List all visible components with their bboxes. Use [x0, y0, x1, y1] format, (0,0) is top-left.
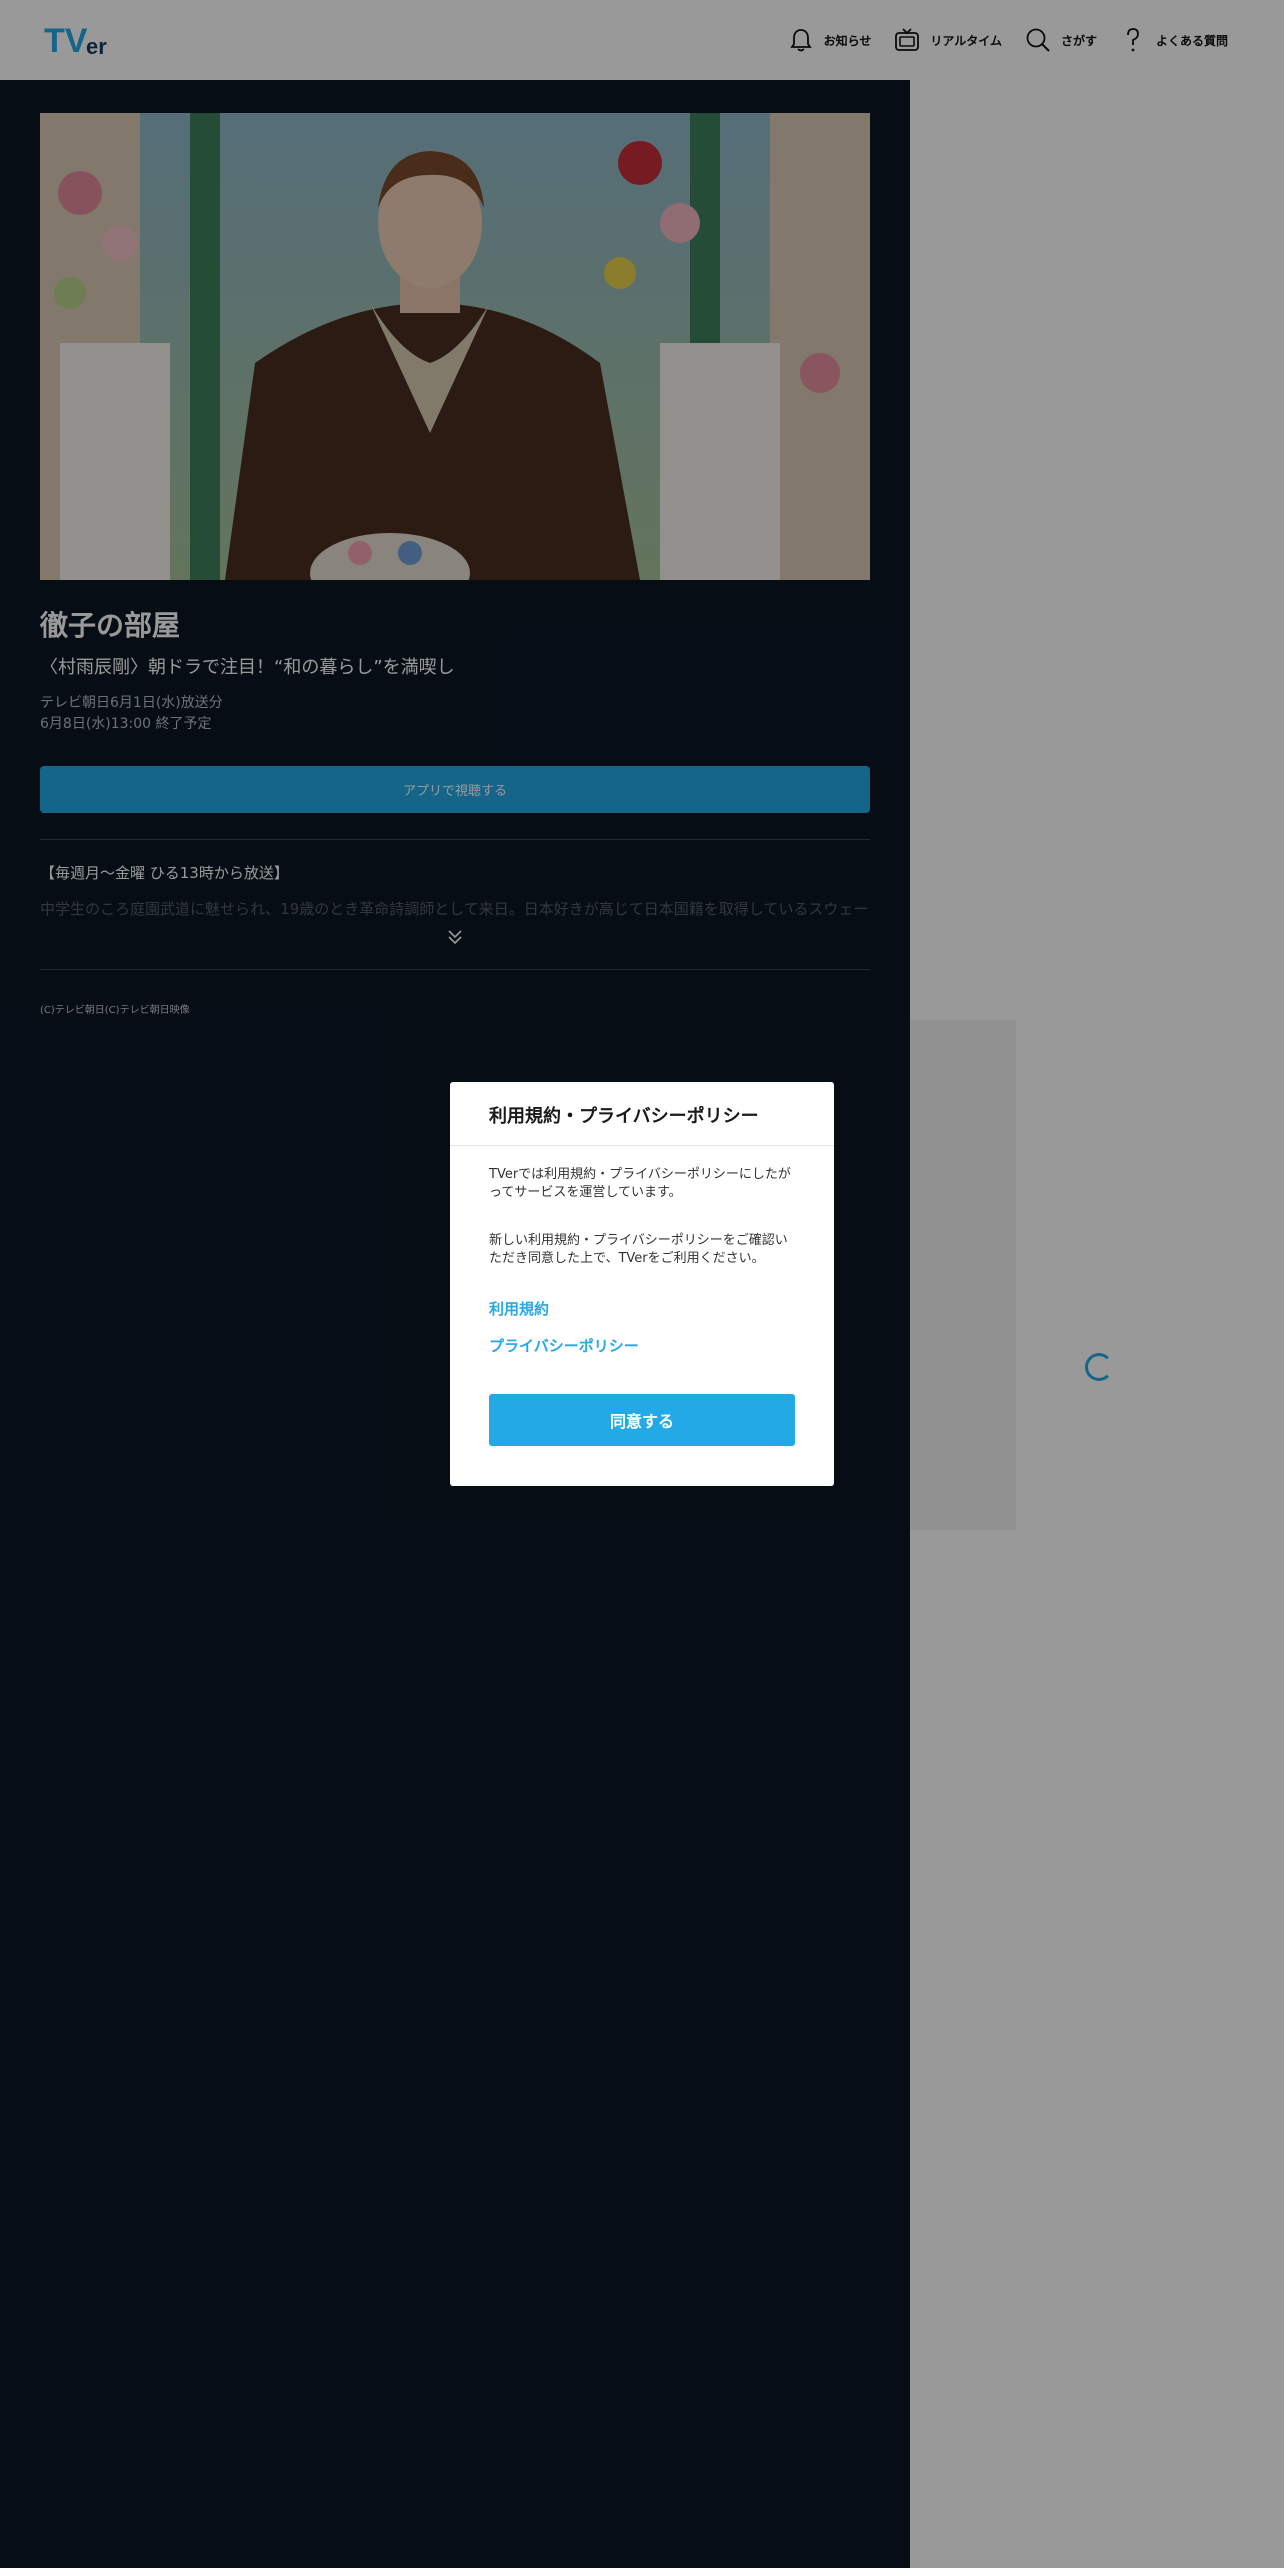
terms-modal: 利用規約・プライバシーポリシー TVerでは利用規約・プライバシーポリシーにした… [450, 1082, 834, 1486]
agree-button[interactable]: 同意する [489, 1394, 795, 1446]
modal-text-confirm: 新しい利用規約・プライバシーポリシーをご確認いただき同意した上で、TVerをご利… [489, 1233, 788, 1266]
modal-text-operating: TVerでは利用規約・プライバシーポリシーにしたがってサービスを運営しています。 [489, 1167, 791, 1200]
privacy-policy-link[interactable]: プライバシーポリシー [489, 1335, 639, 1356]
modal-divider [450, 1145, 834, 1146]
terms-link[interactable]: 利用規約 [489, 1298, 549, 1319]
modal-title: 利用規約・プライバシーポリシー [489, 1106, 759, 1127]
